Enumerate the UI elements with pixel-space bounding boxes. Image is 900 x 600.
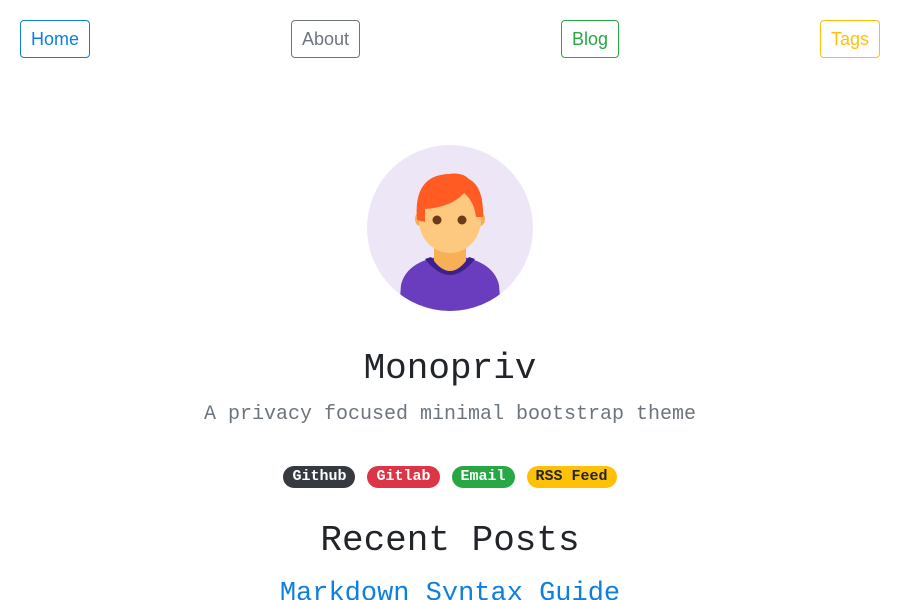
avatar bbox=[367, 145, 533, 311]
nav-tags-button[interactable]: Tags bbox=[820, 20, 880, 58]
nav-about-button[interactable]: About bbox=[291, 20, 360, 58]
gitlab-badge[interactable]: Gitlab bbox=[367, 466, 440, 488]
recent-posts-heading: Recent Posts bbox=[320, 520, 580, 561]
rss-feed-badge[interactable]: RSS Feed bbox=[526, 466, 617, 488]
nav-blog-button[interactable]: Blog bbox=[561, 20, 619, 58]
email-badge[interactable]: Email bbox=[451, 466, 515, 488]
github-badge[interactable]: Github bbox=[283, 466, 356, 488]
person-avatar-icon bbox=[367, 145, 533, 311]
site-subtitle: A privacy focused minimal bootstrap them… bbox=[203, 403, 697, 426]
nav-home-button[interactable]: Home bbox=[20, 20, 90, 58]
post-link[interactable]: Markdown Syntax Guide bbox=[0, 578, 900, 600]
site-title: Monopriv bbox=[363, 348, 537, 389]
social-links: Github Gitlab Email RSS Feed bbox=[0, 466, 900, 488]
